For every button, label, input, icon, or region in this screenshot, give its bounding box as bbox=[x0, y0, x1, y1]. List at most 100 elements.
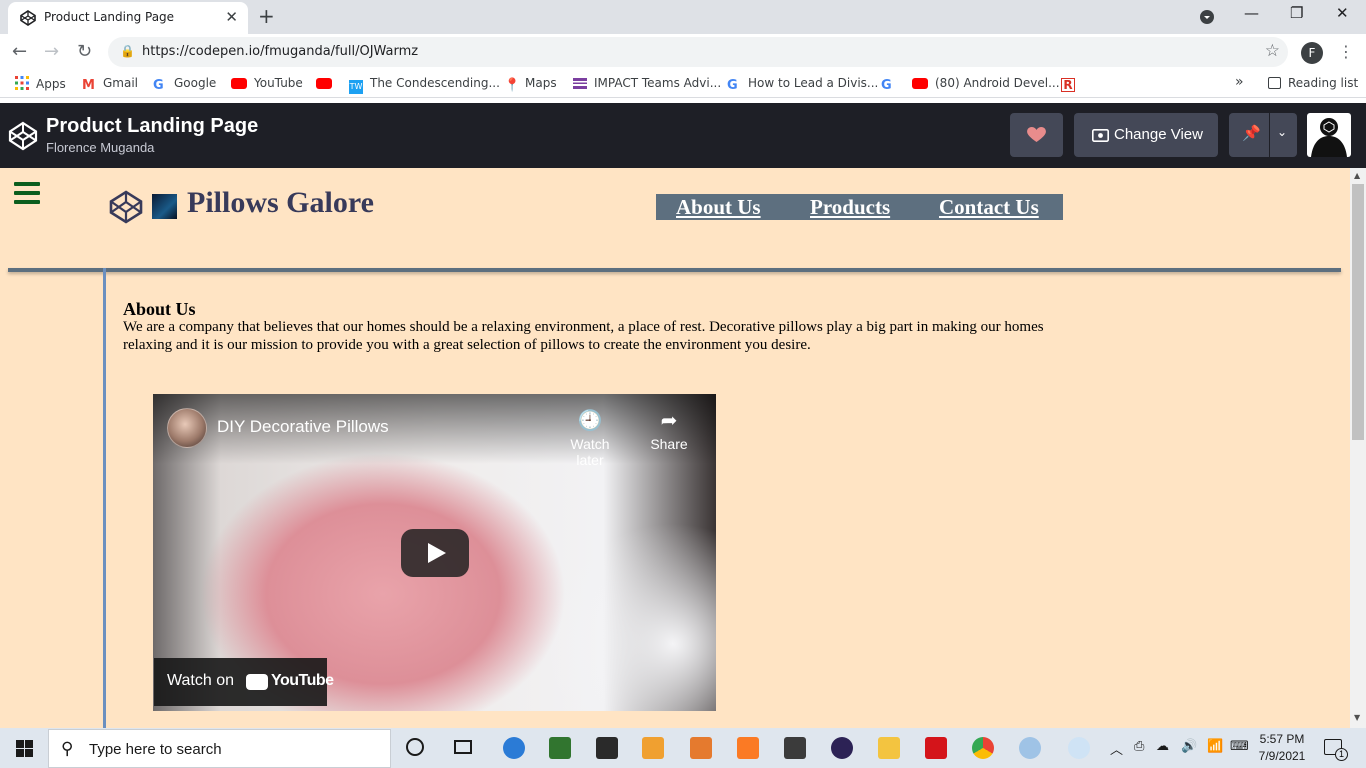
codepen-logo-icon[interactable] bbox=[8, 121, 38, 151]
page-scrollbar[interactable]: ▲ ▼ bbox=[1350, 168, 1366, 728]
lock-icon[interactable]: 🔒 bbox=[120, 44, 135, 58]
bookmark-star-icon[interactable]: ☆ bbox=[1265, 41, 1280, 61]
bookmark-android[interactable]: (80) Android Devel... bbox=[912, 76, 1060, 90]
change-view-button[interactable]: Change View bbox=[1074, 113, 1218, 157]
input-method-icon[interactable]: ⌨ bbox=[1230, 739, 1249, 754]
weather-icon[interactable] bbox=[1068, 737, 1090, 759]
eclipse-icon[interactable] bbox=[831, 737, 853, 759]
reload-icon[interactable]: ↻ bbox=[77, 41, 92, 62]
video-title[interactable]: DIY Decorative Pillows bbox=[217, 417, 389, 437]
r-icon: R bbox=[1061, 78, 1075, 92]
change-view-label: Change View bbox=[1114, 126, 1203, 143]
typora-icon[interactable] bbox=[925, 737, 947, 759]
restore-button[interactable]: ❐ bbox=[1290, 4, 1303, 22]
bookmark-r[interactable]: R bbox=[1061, 76, 1082, 92]
forward-icon[interactable]: → bbox=[44, 41, 59, 62]
tw-icon: TW bbox=[349, 80, 363, 94]
bookmarks-bar: Apps M Gmail G Google YouTube TW The Condes… bbox=[0, 70, 1366, 98]
pin-dropdown-button[interactable]: ⌄ bbox=[1270, 113, 1297, 157]
nav-link-products[interactable]: Products bbox=[810, 194, 890, 220]
hamburger-menu-icon[interactable] bbox=[14, 182, 40, 209]
bookmark-lead[interactable]: G How to Lead a Divis... bbox=[727, 76, 879, 93]
paint-icon[interactable] bbox=[1019, 737, 1041, 759]
app-s-icon[interactable] bbox=[690, 737, 712, 759]
share-button[interactable]: ➦ Share bbox=[639, 408, 699, 452]
pen-title: Product Landing Page bbox=[46, 115, 259, 137]
task-view-icon[interactable] bbox=[454, 740, 472, 754]
clock-date: 7/9/2021 bbox=[1258, 749, 1306, 763]
play-button[interactable] bbox=[401, 529, 469, 577]
watch-on-youtube-button[interactable]: Watch on YouTube bbox=[154, 658, 334, 706]
list-icon bbox=[573, 78, 587, 89]
reading-list[interactable]: Reading list bbox=[1268, 76, 1358, 90]
watch-later-button[interactable]: 🕘 Watch later bbox=[560, 408, 620, 468]
bookmark-label: How to Lead a Divis... bbox=[748, 76, 879, 90]
back-icon[interactable]: ← bbox=[12, 41, 27, 62]
bookmark-google[interactable]: G Google bbox=[153, 76, 216, 93]
edge-icon[interactable] bbox=[503, 737, 525, 759]
meet-now-icon[interactable]: ⎙ bbox=[1134, 739, 1144, 754]
bookmark-apps[interactable]: Apps bbox=[15, 76, 66, 91]
xampp-icon[interactable] bbox=[737, 737, 759, 759]
tab-strip: Product Landing Page ✕ + — ❐ ✕ bbox=[0, 0, 1366, 34]
taskbar-search-box[interactable]: ⚲ Type here to search bbox=[48, 729, 391, 768]
bookmark-google-2[interactable]: G bbox=[881, 76, 902, 93]
windows-start-icon[interactable] bbox=[16, 740, 33, 757]
scroll-up-arrow-icon[interactable]: ▲ bbox=[1354, 171, 1360, 180]
media-player-icon[interactable] bbox=[642, 737, 664, 759]
network-icon[interactable]: 📶 bbox=[1207, 739, 1223, 754]
show-hidden-icons-icon[interactable]: ︿ bbox=[1110, 739, 1123, 758]
brand-name: Pillows Galore bbox=[187, 186, 374, 219]
address-bar[interactable]: 🔒 https://codepen.io/fmuganda/full/OJWar… bbox=[108, 37, 1288, 67]
bookmark-gmail[interactable]: M Gmail bbox=[82, 76, 138, 93]
search-icon: ⚲ bbox=[61, 739, 74, 759]
bookmark-label: (80) Android Devel... bbox=[935, 76, 1060, 90]
url-text[interactable]: https://codepen.io/fmuganda/full/OJWarmz bbox=[142, 44, 418, 59]
bookmark-maps[interactable]: 📍 Maps bbox=[504, 76, 557, 93]
pin-button[interactable]: 📌 bbox=[1229, 113, 1269, 157]
sublime-icon[interactable] bbox=[784, 737, 806, 759]
menu-kebab-icon[interactable]: ⋮ bbox=[1338, 42, 1354, 61]
profile-avatar[interactable]: F bbox=[1301, 42, 1323, 64]
file-explorer-icon[interactable] bbox=[878, 737, 900, 759]
store-icon[interactable] bbox=[596, 737, 618, 759]
scrollbar-thumb[interactable] bbox=[1352, 184, 1364, 440]
brand-logo-icon bbox=[109, 190, 143, 224]
browser-tab[interactable]: Product Landing Page ✕ bbox=[8, 2, 248, 34]
tab-search-icon[interactable] bbox=[1199, 9, 1215, 25]
system-clock[interactable]: 5:57 PM 7/9/2021 bbox=[1254, 731, 1310, 765]
share-label: Share bbox=[650, 436, 688, 452]
bookmark-impact[interactable]: IMPACT Teams Advi... bbox=[573, 76, 721, 90]
more-bookmarks-icon[interactable]: » bbox=[1235, 74, 1244, 90]
search-placeholder: Type here to search bbox=[89, 741, 222, 758]
youtube-icon bbox=[231, 78, 247, 89]
chrome-icon[interactable] bbox=[972, 737, 994, 759]
reading-list-icon bbox=[1268, 77, 1281, 89]
bookmark-youtube[interactable]: YouTube bbox=[231, 76, 303, 90]
youtube-video-embed[interactable]: DIY Decorative Pillows 🕘 Watch later ➦ S… bbox=[153, 394, 716, 711]
volume-icon[interactable]: 🔊 bbox=[1181, 739, 1197, 754]
new-tab-button[interactable]: + bbox=[258, 4, 275, 28]
user-avatar[interactable] bbox=[1307, 113, 1351, 157]
google-icon: G bbox=[727, 78, 738, 93]
tab-title: Product Landing Page bbox=[44, 10, 175, 24]
pen-author[interactable]: Florence Muganda bbox=[46, 140, 154, 155]
apps-grid-icon bbox=[15, 76, 29, 90]
like-button[interactable] bbox=[1010, 113, 1063, 157]
close-tab-icon[interactable]: ✕ bbox=[225, 8, 238, 26]
minimize-button[interactable]: — bbox=[1244, 4, 1259, 22]
scroll-down-arrow-icon[interactable]: ▼ bbox=[1354, 713, 1360, 722]
bookmark-youtube-2[interactable] bbox=[316, 76, 339, 90]
eye-icon bbox=[1092, 129, 1109, 142]
google-icon: G bbox=[153, 78, 164, 93]
nav-link-about-us[interactable]: About Us bbox=[676, 194, 761, 220]
channel-avatar[interactable] bbox=[167, 408, 207, 448]
onedrive-icon[interactable]: ☁ bbox=[1156, 739, 1169, 754]
codepen-header: Product Landing Page Florence Muganda Ch… bbox=[0, 103, 1366, 168]
close-window-button[interactable]: ✕ bbox=[1336, 4, 1349, 22]
bookmark-label: Maps bbox=[525, 76, 557, 90]
nav-link-contact-us[interactable]: Contact Us bbox=[939, 194, 1039, 220]
project-icon[interactable] bbox=[549, 737, 571, 759]
cortana-icon[interactable] bbox=[406, 738, 424, 756]
bookmark-condescending[interactable]: TW The Condescending... bbox=[349, 76, 500, 94]
